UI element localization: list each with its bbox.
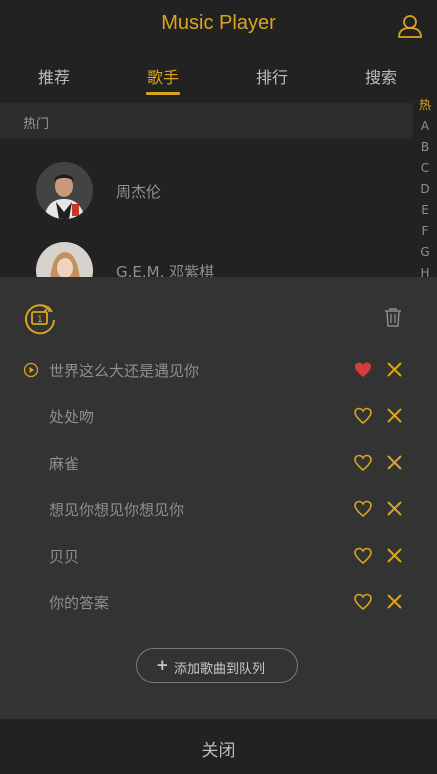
index-letter[interactable]: C bbox=[413, 158, 437, 179]
trash-icon[interactable] bbox=[384, 307, 402, 327]
song-name: 你的答案 bbox=[49, 594, 110, 612]
app-title: Music Player bbox=[161, 12, 276, 34]
playlist-song[interactable]: 麻雀 bbox=[0, 440, 437, 486]
user-icon[interactable] bbox=[397, 13, 423, 39]
active-tab-indicator bbox=[146, 92, 180, 95]
tab-search[interactable]: 搜索 bbox=[341, 64, 421, 88]
heart-outline-icon[interactable] bbox=[354, 407, 372, 425]
song-name: 处处吻 bbox=[49, 408, 95, 426]
remove-icon[interactable] bbox=[386, 407, 403, 424]
remove-icon[interactable] bbox=[386, 454, 403, 471]
index-letter[interactable]: G bbox=[413, 242, 437, 263]
remove-icon[interactable] bbox=[386, 500, 403, 517]
app-header: Music Player bbox=[0, 0, 437, 52]
index-letter[interactable]: A bbox=[413, 116, 437, 137]
heart-outline-icon[interactable] bbox=[354, 593, 372, 611]
index-letter[interactable]: B bbox=[413, 137, 437, 158]
close-button[interactable]: 关闭 bbox=[0, 719, 437, 774]
tab-label: 搜索 bbox=[364, 68, 397, 87]
remove-icon[interactable] bbox=[386, 547, 403, 564]
playlist-sheet: 1 世界这么大还是遇见你 处处吻 麻雀 想见你想见你想见你 贝贝 你的答案 + … bbox=[0, 277, 437, 719]
singer-name: 周杰伦 bbox=[116, 183, 162, 201]
index-letter[interactable]: E bbox=[413, 200, 437, 221]
song-name: 世界这么大还是遇见你 bbox=[49, 362, 200, 380]
tab-recommend[interactable]: 推荐 bbox=[14, 64, 94, 88]
remove-icon[interactable] bbox=[386, 593, 403, 610]
svg-text:1: 1 bbox=[37, 315, 43, 325]
tab-label: 排行 bbox=[255, 68, 288, 87]
heart-outline-icon[interactable] bbox=[354, 547, 372, 565]
add-to-queue-label: 添加歌曲到队列 bbox=[174, 662, 266, 677]
heart-outline-icon[interactable] bbox=[354, 454, 372, 472]
playlist-song[interactable]: 贝贝 bbox=[0, 533, 437, 579]
heart-outline-icon[interactable] bbox=[354, 500, 372, 518]
index-letter[interactable]: D bbox=[413, 179, 437, 200]
playlist-song[interactable]: 处处吻 bbox=[0, 393, 437, 439]
section-title: 热门 bbox=[23, 117, 50, 132]
singer-item[interactable]: 周杰伦 bbox=[0, 162, 413, 232]
tab-label: 推荐 bbox=[37, 68, 70, 87]
avatar bbox=[36, 162, 93, 219]
plus-icon: + bbox=[156, 656, 169, 674]
playing-icon bbox=[23, 362, 39, 378]
repeat-one-icon[interactable]: 1 bbox=[22, 300, 58, 336]
playlist-song[interactable]: 想见你想见你想见你 bbox=[0, 486, 437, 532]
close-label: 关闭 bbox=[201, 741, 236, 761]
song-name: 想见你想见你想见你 bbox=[49, 501, 185, 519]
playlist-song[interactable]: 你的答案 bbox=[0, 579, 437, 625]
add-to-queue-button[interactable]: + 添加歌曲到队列 bbox=[136, 648, 298, 683]
section-header-hot: 热门 bbox=[0, 103, 413, 139]
alphabet-index[interactable]: 热 A B C D E F G H bbox=[413, 95, 437, 284]
playlist-song[interactable]: 世界这么大还是遇见你 bbox=[0, 347, 437, 393]
song-name: 贝贝 bbox=[49, 548, 80, 566]
tab-rank[interactable]: 排行 bbox=[232, 64, 312, 88]
tab-singers[interactable]: 歌手 bbox=[123, 64, 203, 95]
song-name: 麻雀 bbox=[49, 455, 80, 473]
index-letter[interactable]: F bbox=[413, 221, 437, 242]
tab-bar: 推荐 歌手 排行 搜索 bbox=[0, 52, 437, 102]
remove-icon[interactable] bbox=[386, 361, 403, 378]
heart-icon[interactable] bbox=[354, 361, 372, 379]
index-letter[interactable]: 热 bbox=[413, 95, 437, 116]
tab-label: 歌手 bbox=[146, 68, 179, 87]
